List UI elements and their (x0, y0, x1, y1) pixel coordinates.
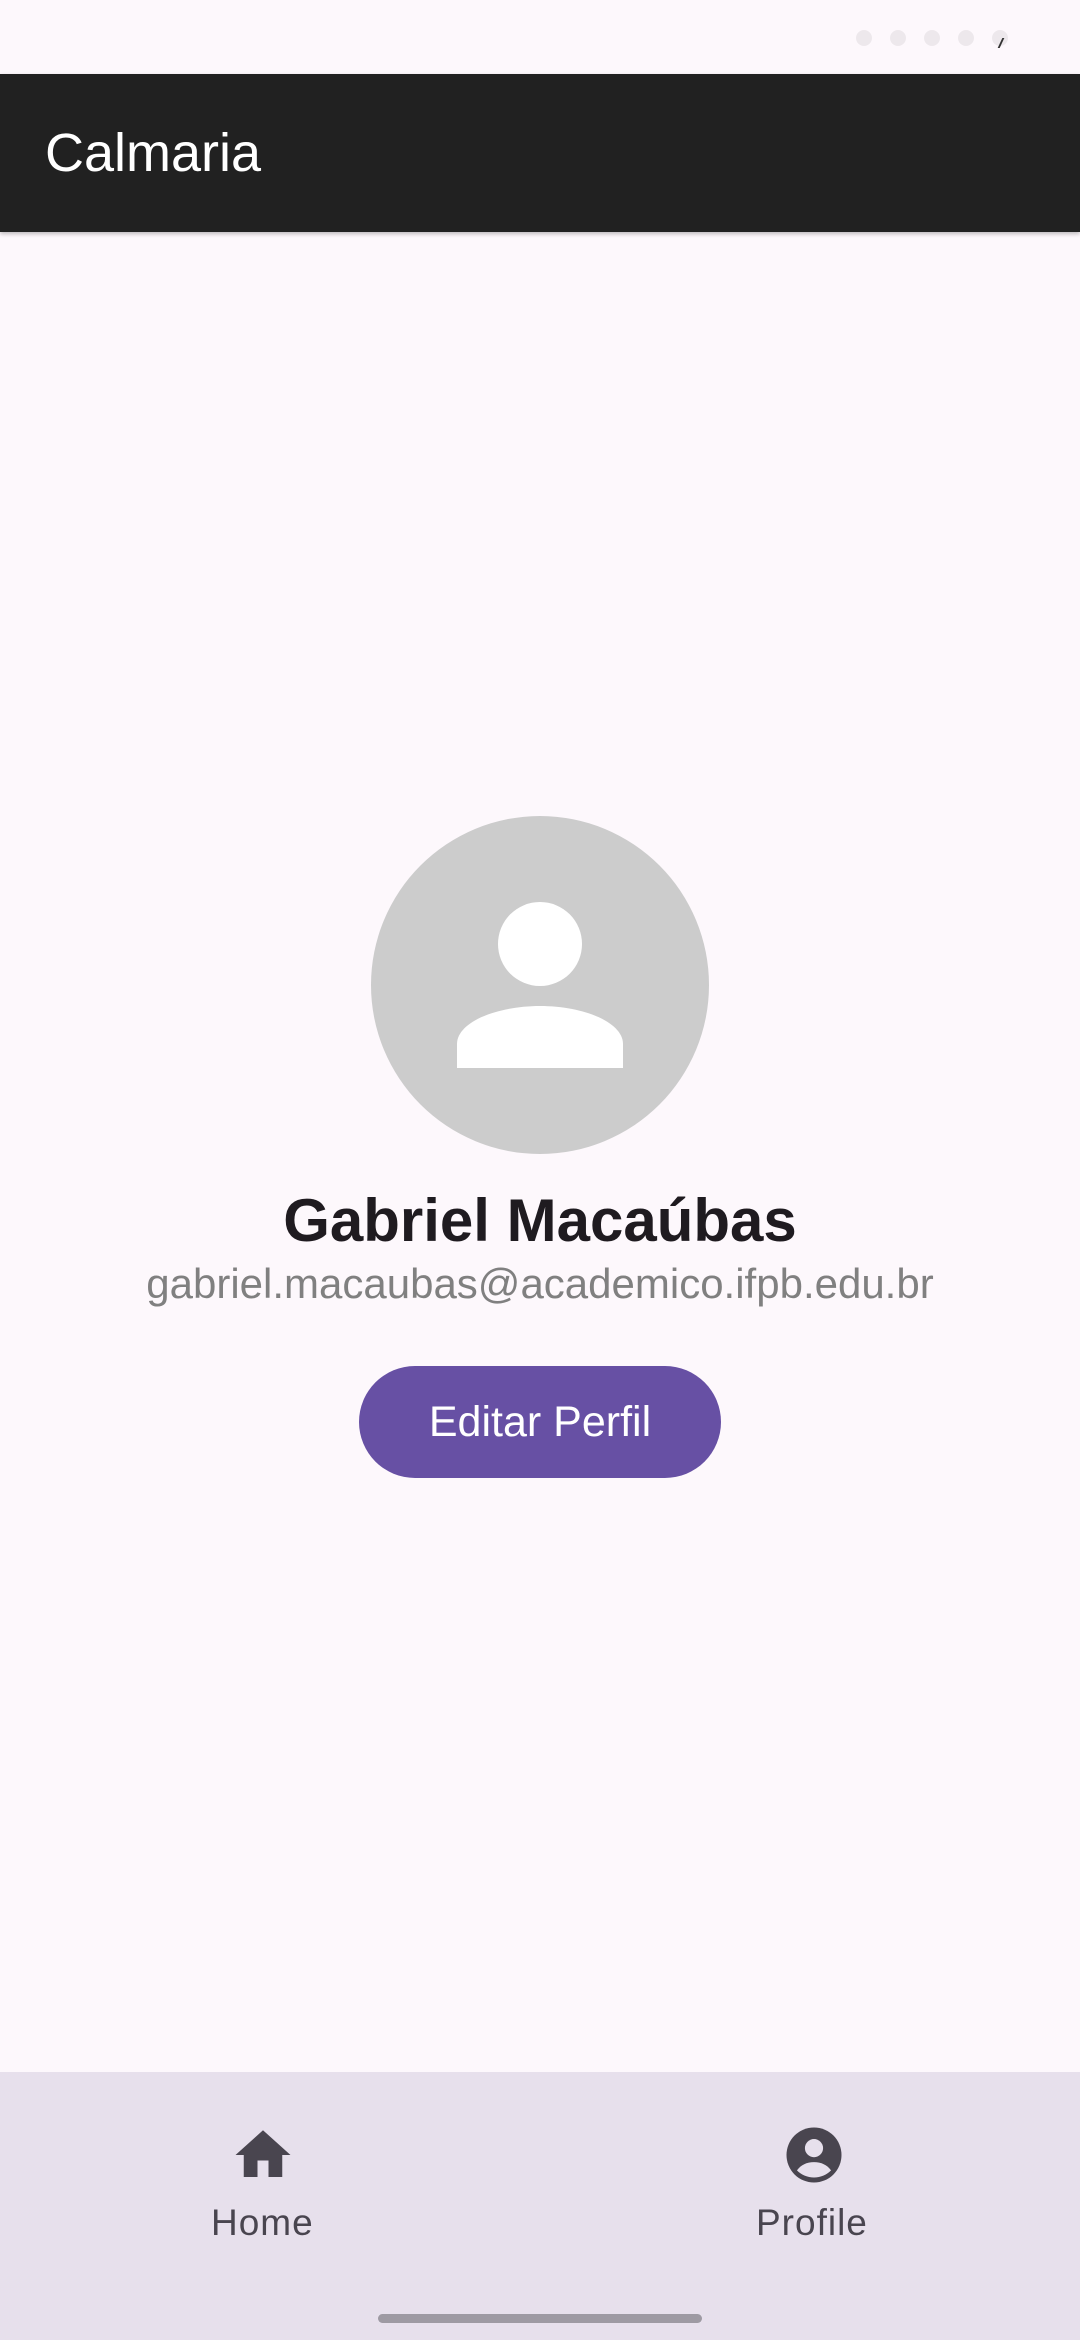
profile-email: gabriel.macaubas@academico.ifpb.edu.br (146, 1260, 934, 1307)
app-title: Calmaria (45, 123, 262, 183)
gesture-handle[interactable] (378, 2314, 702, 2323)
nav-label-profile: Profile (756, 2202, 868, 2243)
nav-label-home: Home (211, 2202, 314, 2243)
app-bar: Calmaria (0, 74, 1080, 232)
status-bar (0, 0, 1080, 74)
person-icon (457, 902, 623, 1068)
account-circle-icon (786, 2127, 842, 2183)
profile-name: Gabriel Macaúbas (283, 1187, 797, 1254)
status-icons (856, 30, 1008, 46)
nav-item-home[interactable]: Home (0, 2072, 540, 2272)
nav-item-profile[interactable]: Profile (540, 2072, 1080, 2272)
avatar (371, 816, 709, 1154)
home-icon (235, 2130, 291, 2177)
bottom-navigation: Home Profile (0, 2072, 1080, 2340)
edit-profile-button[interactable]: Editar Perfil (359, 1366, 721, 1478)
